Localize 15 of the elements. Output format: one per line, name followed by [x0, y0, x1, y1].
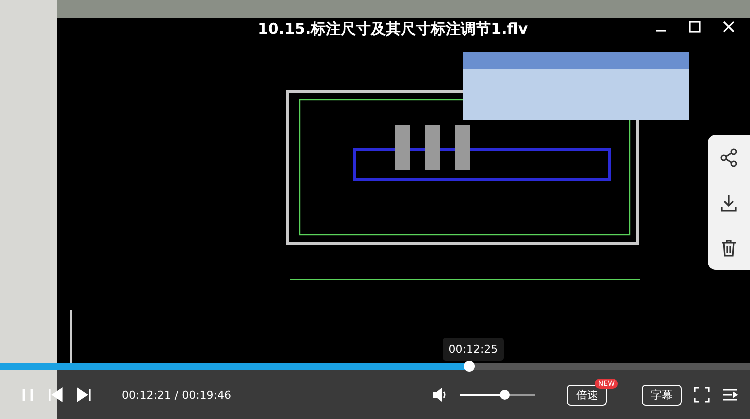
close-icon[interactable]	[722, 20, 736, 34]
subtitle-button[interactable]: 字幕	[642, 384, 682, 406]
maximize-icon[interactable]	[688, 20, 702, 34]
time-tooltip: 00:12:25	[442, 338, 504, 361]
previous-icon[interactable]	[48, 387, 64, 403]
progress-bar[interactable]	[0, 363, 750, 370]
playlist-icon[interactable]	[722, 387, 738, 403]
delete-icon[interactable]	[719, 238, 739, 258]
time-display: 00:12:21 / 00:19:46	[122, 388, 232, 402]
next-icon[interactable]	[76, 387, 92, 403]
fullscreen-icon[interactable]	[694, 387, 710, 403]
download-icon[interactable]	[719, 192, 739, 212]
share-icon[interactable]	[719, 148, 739, 168]
volume-icon[interactable]	[432, 387, 448, 403]
video-title: 10.15.标注尺寸及其尺寸标注调节1.flv	[258, 20, 528, 39]
